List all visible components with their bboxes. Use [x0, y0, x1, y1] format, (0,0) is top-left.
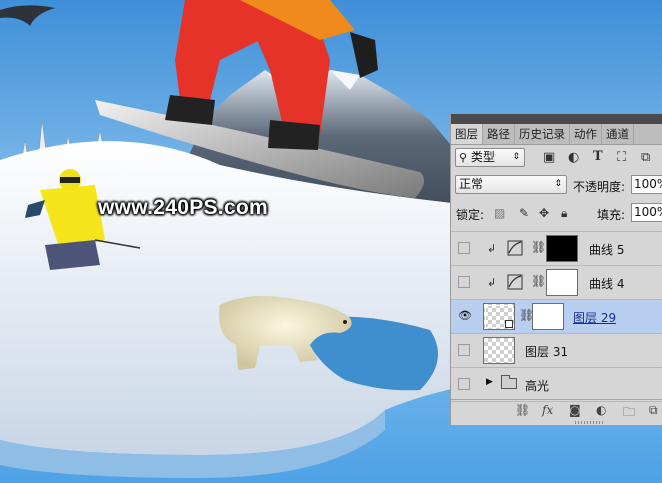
- layer-row-curves-4[interactable]: ↲ ⛓︎ 曲线 4: [451, 266, 662, 300]
- filter-kind-value: 类型: [470, 150, 495, 164]
- add-mask-icon[interactable]: ◙: [569, 403, 581, 417]
- layer-name: 高光: [525, 379, 550, 393]
- text-filter-icon[interactable]: T: [593, 149, 603, 165]
- tab-history[interactable]: 历史记录: [515, 124, 570, 144]
- layer-mask-thumbnail[interactable]: [532, 303, 564, 330]
- lock-position-icon[interactable]: ✥: [539, 205, 549, 221]
- folder-icon: [501, 375, 517, 389]
- chain-link-icon[interactable]: ⛓︎: [531, 240, 546, 254]
- panel-bottom-toolbar: ⛓︎ fx ◙ ◐ 🗀︎ ⧉: [451, 399, 662, 422]
- layer-name: 图层 31: [525, 345, 569, 359]
- visibility-toggle[interactable]: [458, 242, 470, 254]
- smart-object-filter-icon[interactable]: ⧉: [641, 150, 650, 166]
- layer-name: 曲线 4: [589, 277, 625, 291]
- lock-all-icon[interactable]: 🔒︎: [561, 205, 567, 221]
- expand-triangle-icon[interactable]: ▶: [486, 377, 493, 387]
- blend-row: 正常 ⇕ 不透明度: 100%: [451, 174, 662, 196]
- smart-object-badge-icon: [505, 320, 513, 328]
- blend-mode-value: 正常: [459, 177, 484, 191]
- visibility-toggle[interactable]: [458, 378, 470, 390]
- new-adjustment-icon[interactable]: ◐: [596, 403, 606, 417]
- layer-name[interactable]: 图层 29: [573, 309, 616, 326]
- resize-grip[interactable]: [575, 421, 603, 424]
- search-icon: ⚲: [459, 151, 468, 164]
- curves-adjustment-icon: [507, 274, 523, 290]
- updown-arrow-icon: ⇕: [554, 179, 562, 189]
- layer-thumbnail[interactable]: [483, 337, 515, 364]
- layer-name: 曲线 5: [589, 243, 625, 257]
- eye-icon[interactable]: 👁︎: [458, 310, 472, 322]
- image-filter-icon[interactable]: ▣: [543, 150, 555, 166]
- tab-actions[interactable]: 动作: [570, 124, 602, 144]
- layers-panel: 图层 路径 历史记录 动作 通道 ⚲ 类型 ⇕ ▣ ◐ T ⛶ ⧉ 正常 ⇕ 不…: [450, 113, 662, 426]
- blend-mode-select[interactable]: 正常 ⇕: [455, 175, 567, 194]
- new-layer-icon[interactable]: ⧉: [649, 403, 658, 418]
- curves-adjustment-icon: [507, 240, 523, 256]
- fill-input[interactable]: 100%: [631, 203, 662, 222]
- layer-row-layer-29[interactable]: 👁︎ ⛓︎ 图层 29: [451, 300, 662, 334]
- opacity-input[interactable]: 100%: [631, 175, 662, 194]
- layers-list: ↲ ⛓︎ 曲线 5 ↲ ⛓︎ 曲线 4 👁︎ ⛓︎ 图层 29 图层 31 ▶ …: [451, 231, 662, 402]
- layer-row-group-highlight[interactable]: ▶ 高光: [451, 368, 662, 402]
- lock-row: 锁定: ▨ ✎ ✥ 🔒︎ 填充: 100%: [451, 202, 662, 224]
- layer-row-curves-5[interactable]: ↲ ⛓︎ 曲线 5: [451, 232, 662, 266]
- adjustment-filter-icon[interactable]: ◐: [568, 150, 579, 166]
- layer-mask-thumbnail[interactable]: [546, 269, 578, 296]
- lock-paint-icon[interactable]: ✎: [519, 205, 529, 221]
- lock-transparent-icon[interactable]: ▨: [494, 205, 505, 221]
- visibility-toggle[interactable]: [458, 344, 470, 356]
- fx-icon[interactable]: fx: [542, 403, 553, 417]
- panel-title-bar[interactable]: [451, 114, 662, 124]
- watermark-text: www.240PS.com: [98, 196, 269, 219]
- layer-mask-thumbnail[interactable]: [546, 235, 578, 262]
- panel-tabs: 图层 路径 历史记录 动作 通道: [451, 124, 662, 145]
- filter-kind-select[interactable]: ⚲ 类型 ⇕: [455, 148, 525, 167]
- shape-filter-icon[interactable]: ⛶: [617, 150, 626, 166]
- link-icon[interactable]: ⛓︎: [515, 403, 530, 417]
- fill-label: 填充:: [597, 208, 626, 222]
- layer-row-layer-31[interactable]: 图层 31: [451, 334, 662, 368]
- tab-paths[interactable]: 路径: [483, 124, 515, 144]
- chain-link-icon[interactable]: ⛓︎: [531, 274, 546, 288]
- tab-channels[interactable]: 通道: [602, 124, 634, 144]
- opacity-label: 不透明度:: [573, 180, 626, 194]
- layer-thumbnail[interactable]: [483, 303, 515, 330]
- updown-arrow-icon: ⇕: [512, 152, 520, 162]
- filter-row: ⚲ 类型 ⇕ ▣ ◐ T ⛶ ⧉: [451, 147, 662, 169]
- visibility-toggle[interactable]: [458, 276, 470, 288]
- tab-layers[interactable]: 图层: [451, 124, 483, 144]
- clipping-arrow-icon: ↲: [487, 242, 497, 255]
- clipping-arrow-icon: ↲: [487, 276, 497, 289]
- lock-label: 锁定:: [456, 208, 485, 222]
- new-group-icon[interactable]: 🗀︎: [623, 403, 635, 424]
